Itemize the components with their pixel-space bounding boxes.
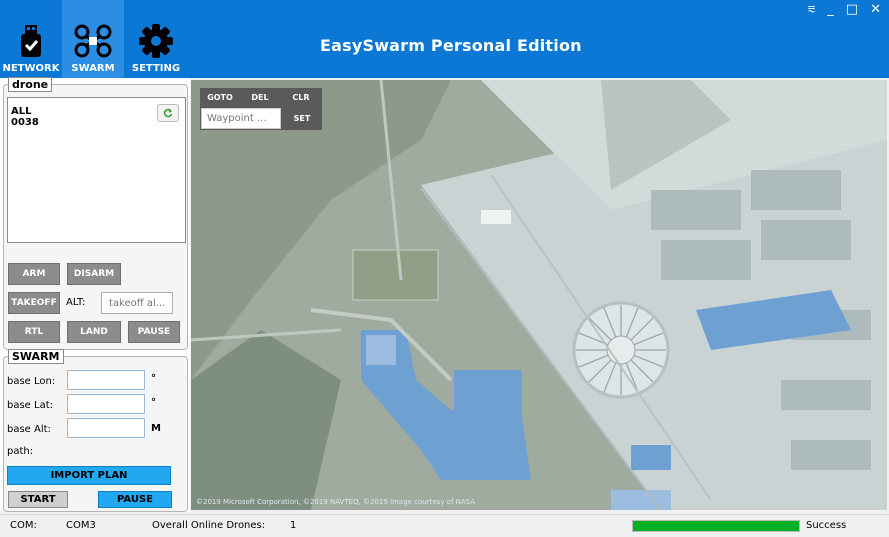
- arm-button[interactable]: ARM: [8, 263, 60, 285]
- nav-network-label: NETWORK: [2, 63, 60, 74]
- map-attribution: ©2019 Microsoft Corporation, ©2019 NAVTE…: [196, 498, 476, 506]
- com-value: COM3: [66, 520, 96, 531]
- refresh-button[interactable]: [157, 104, 179, 122]
- takeoff-altitude-input[interactable]: [101, 292, 173, 314]
- import-plan-button[interactable]: IMPORT PLAN: [7, 466, 171, 485]
- map-imagery: [191, 80, 887, 510]
- com-label: COM:: [10, 520, 37, 531]
- rtl-button[interactable]: RTL: [8, 321, 60, 343]
- disarm-button[interactable]: DISARM: [67, 263, 121, 285]
- pause-swarm-button[interactable]: PAUSE: [98, 491, 172, 508]
- nav-setting-button[interactable]: SETTING: [128, 0, 184, 78]
- nav-swarm-button[interactable]: SWARM: [62, 0, 124, 78]
- pause-drone-button[interactable]: PAUSE: [128, 321, 180, 343]
- waypoint-input[interactable]: [201, 108, 281, 129]
- base-lon-label: base Lon:: [7, 376, 56, 387]
- alt-label: ALT:: [66, 297, 86, 308]
- status-progress-fill: [633, 521, 799, 531]
- online-drones-count: 1: [290, 520, 297, 531]
- base-lat-unit: °: [151, 397, 156, 408]
- base-lon-unit: °: [151, 373, 156, 384]
- window-controls: ⩳ _ □ ✕: [808, 2, 881, 17]
- takeoff-button[interactable]: TAKEOFF: [8, 292, 60, 314]
- base-alt-label: base Alt:: [7, 424, 51, 435]
- left-panel: drone ALL 0038 ARM DISARM TAKEOFF ALT: R…: [0, 77, 190, 512]
- drone-list[interactable]: ALL 0038: [7, 97, 186, 243]
- base-lat-label: base Lat:: [7, 400, 54, 411]
- maximize-icon[interactable]: □: [846, 2, 858, 17]
- delete-waypoint-button[interactable]: DEL: [240, 88, 280, 107]
- base-lat-input[interactable]: [67, 394, 145, 414]
- base-lon-input[interactable]: [67, 370, 145, 390]
- usb-device-icon: [21, 25, 41, 57]
- close-icon[interactable]: ✕: [870, 2, 881, 17]
- drone-icon: [74, 24, 112, 58]
- base-alt-input[interactable]: [67, 418, 145, 438]
- goto-button[interactable]: GOTO: [200, 88, 240, 107]
- clear-waypoints-button[interactable]: CLR: [280, 88, 322, 107]
- satellite-map[interactable]: GOTO DEL CLR SET ©2019 Microsoft Corpora…: [191, 80, 887, 510]
- map-toolbar: GOTO DEL CLR SET: [200, 88, 322, 130]
- base-alt-unit: M: [151, 423, 161, 434]
- start-button[interactable]: START: [8, 491, 68, 508]
- app-title: EasySwarm Personal Edition: [320, 36, 582, 55]
- nav-swarm-label: SWARM: [71, 63, 115, 74]
- pin-icon[interactable]: ⩳: [808, 2, 816, 17]
- status-progress-bar: [632, 520, 800, 532]
- nav-setting-label: SETTING: [131, 63, 181, 74]
- status-text: Success: [806, 520, 847, 531]
- nav-network-button[interactable]: NETWORK: [0, 0, 62, 78]
- refresh-icon: [163, 108, 173, 118]
- land-button[interactable]: LAND: [67, 321, 121, 343]
- minimize-icon[interactable]: _: [827, 2, 834, 17]
- online-drones-label: Overall Online Drones:: [152, 520, 266, 531]
- status-bar: COM: COM3 Overall Online Drones: 1 Succe…: [0, 514, 889, 537]
- title-bar: NETWORK SWARM SETTING EasySwarm Personal…: [0, 0, 889, 78]
- gear-icon: [139, 24, 173, 58]
- swarm-group-legend: SWARM: [8, 349, 64, 364]
- path-label: path:: [7, 446, 34, 457]
- set-waypoint-button[interactable]: SET: [284, 108, 320, 129]
- drone-group-legend: drone: [8, 77, 53, 92]
